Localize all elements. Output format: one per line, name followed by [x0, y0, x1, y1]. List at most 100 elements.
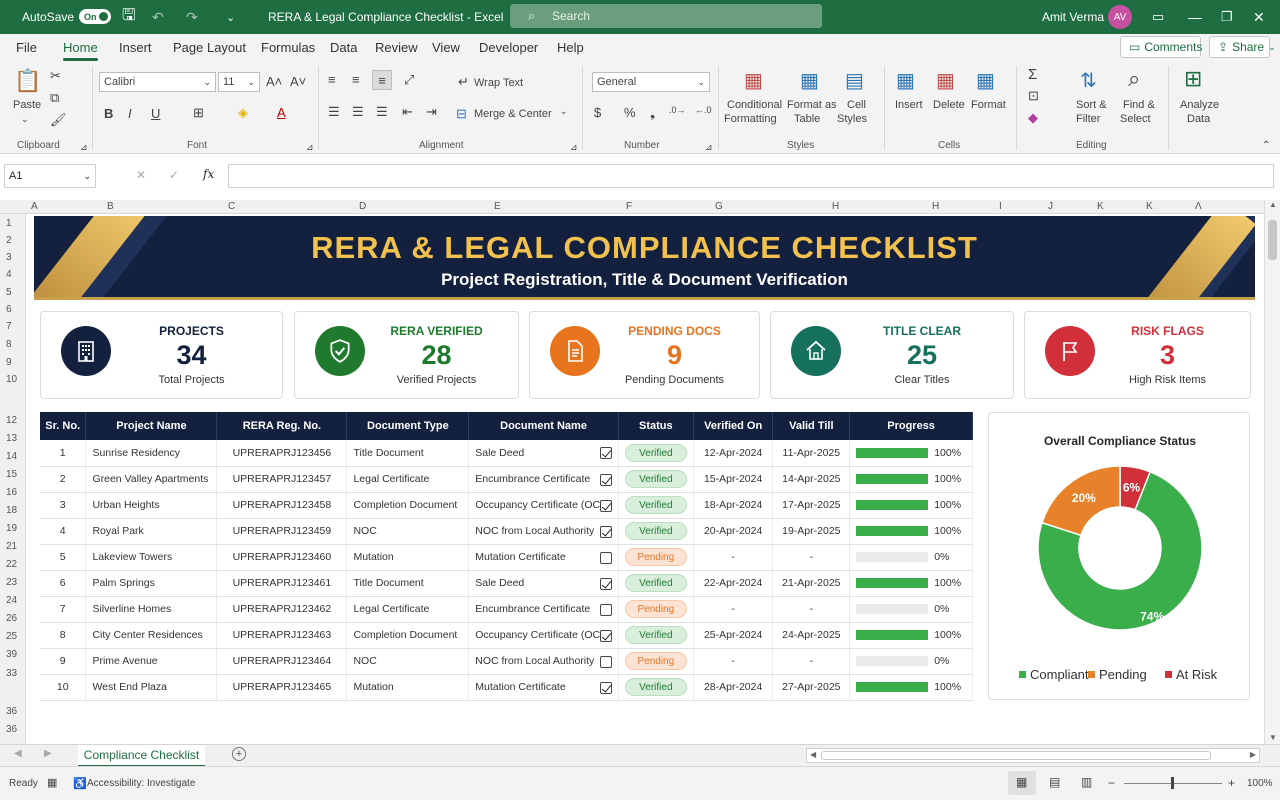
ribbon-display-icon[interactable]: ▭: [1152, 0, 1164, 34]
restore-icon[interactable]: ❐: [1221, 0, 1233, 34]
font-color-icon[interactable]: A: [277, 105, 286, 120]
cell-sr-no[interactable]: 4: [40, 518, 87, 545]
cell-rera-reg-no[interactable]: UPRERAPRJ123462: [216, 596, 348, 623]
zoom-level[interactable]: 100%: [1247, 778, 1273, 789]
cell-document-type[interactable]: NOC: [346, 648, 470, 675]
scrollbar-thumb[interactable]: [821, 751, 1211, 760]
table-row[interactable]: 9 Prime Avenue UPRERAPRJ123464 NOC NOC from …: [40, 648, 973, 675]
cell-progress[interactable]: 100%: [849, 570, 973, 597]
column-header[interactable]: Valid Till: [772, 412, 851, 440]
page-break-view-icon[interactable]: ▥: [1081, 775, 1092, 789]
increase-indent-icon[interactable]: ⇥: [426, 104, 437, 120]
comma-icon[interactable]: ❟: [650, 105, 655, 121]
font-name-select[interactable]: Calibri ⌄: [99, 72, 216, 92]
cell-styles-button-line2[interactable]: Styles: [837, 113, 867, 125]
col-header[interactable]: E: [494, 201, 501, 212]
merge-center-button[interactable]: Merge & Center: [474, 108, 552, 120]
decrease-decimal-icon[interactable]: ←.0: [695, 105, 712, 115]
cell-document-name[interactable]: Sale Deed: [468, 570, 619, 597]
cell-project-name[interactable]: Urban Heights: [85, 492, 218, 519]
checkbox[interactable]: [599, 629, 612, 642]
checkbox[interactable]: [599, 577, 612, 590]
scroll-down-icon[interactable]: ▼: [1269, 733, 1277, 742]
cell-status[interactable]: Pending: [618, 648, 694, 675]
normal-view-icon[interactable]: ▦: [1016, 775, 1027, 789]
cell-progress[interactable]: 100%: [849, 518, 973, 545]
table-row[interactable]: 5 Lakeview Towers UPRERAPRJ123460 Mutation M…: [40, 544, 973, 571]
cell-styles-icon[interactable]: ▤: [845, 68, 864, 93]
tab-insert[interactable]: Insert: [119, 40, 152, 55]
redo-icon[interactable]: ↷: [186, 0, 198, 34]
wrap-text-button[interactable]: Wrap Text: [474, 77, 523, 89]
cell-valid-till[interactable]: 14-Apr-2025: [772, 466, 851, 493]
cell-progress[interactable]: 100%: [849, 674, 973, 701]
accessibility-icon[interactable]: ♿: [73, 777, 87, 790]
avatar[interactable]: AV: [1108, 5, 1132, 29]
row-header[interactable]: 1: [6, 218, 12, 229]
analyze-data-icon[interactable]: ⊞: [1184, 66, 1202, 92]
row-header[interactable]: 4: [6, 269, 12, 280]
italic-icon[interactable]: I: [128, 106, 132, 121]
close-icon[interactable]: ✕: [1253, 0, 1265, 34]
row-header[interactable]: 15: [6, 469, 17, 480]
column-header[interactable]: Project Name: [85, 412, 218, 440]
customize-toolbar-icon[interactable]: ⌄: [226, 0, 235, 34]
cell-document-name[interactable]: Mutation Certificate: [468, 544, 619, 571]
clear-icon[interactable]: ◆: [1028, 110, 1038, 126]
insert-function-icon[interactable]: fx: [203, 167, 214, 181]
sort-filter-button[interactable]: Sort &: [1076, 99, 1107, 111]
orientation-icon[interactable]: ⤢: [404, 72, 414, 88]
cell-sr-no[interactable]: 6: [40, 570, 87, 597]
tab-view[interactable]: View: [432, 40, 460, 55]
checkbox[interactable]: [599, 603, 612, 616]
scroll-left-icon[interactable]: ◀: [810, 750, 816, 759]
checkbox[interactable]: [599, 551, 612, 564]
row-header[interactable]: 39: [6, 649, 17, 660]
chevron-down-icon[interactable]: ⌄: [560, 106, 568, 117]
fill-color-icon[interactable]: ◈: [238, 105, 248, 121]
sheet-tab-compliance-checklist[interactable]: Compliance Checklist: [78, 745, 205, 767]
row-header[interactable]: 7: [6, 321, 12, 332]
paste-icon[interactable]: 📋: [14, 68, 41, 94]
table-row[interactable]: 2 Green Valley Apartments UPRERAPRJ123457 L…: [40, 466, 973, 493]
row-header[interactable]: 13: [6, 433, 17, 444]
cell-project-name[interactable]: Green Valley Apartments: [85, 466, 218, 493]
cell-rera-reg-no[interactable]: UPRERAPRJ123460: [216, 544, 348, 571]
cell-verified-on[interactable]: 12-Apr-2024: [693, 440, 774, 467]
row-header[interactable]: 19: [6, 523, 17, 534]
cell-verified-on[interactable]: 28-Apr-2024: [693, 674, 774, 701]
cell-status[interactable]: Verified: [618, 674, 694, 701]
name-box[interactable]: A1 ⌄: [4, 164, 96, 188]
cell-document-type[interactable]: Legal Certificate: [346, 596, 470, 623]
col-header[interactable]: G: [715, 201, 723, 212]
find-select-icon[interactable]: ⌕: [1128, 66, 1140, 92]
col-header[interactable]: F: [626, 201, 632, 212]
vertical-scrollbar[interactable]: ▲ ▼: [1264, 200, 1280, 744]
font-size-select[interactable]: 11 ⌄: [218, 72, 260, 92]
worksheet[interactable]: RERA & LEGAL COMPLIANCE CHECKLIST Projec…: [26, 214, 1264, 744]
insert-cells-icon[interactable]: ▦: [896, 68, 915, 93]
cell-document-name[interactable]: Occupancy Certificate (OC): [468, 622, 619, 649]
macro-recording-icon[interactable]: ▦: [47, 776, 57, 789]
align-bottom-icon[interactable]: ≡: [372, 70, 392, 90]
col-header[interactable]: C: [228, 201, 235, 212]
percent-icon[interactable]: %: [624, 105, 636, 120]
align-right-icon[interactable]: ☰: [376, 104, 388, 120]
cell-document-type[interactable]: Title Document: [346, 570, 470, 597]
cancel-icon[interactable]: ✕: [136, 168, 146, 182]
compliance-chart[interactable]: Overall Compliance Status 6% 74% 20% Compl…: [988, 412, 1250, 700]
table-row[interactable]: 4 Royal Park UPRERAPRJ123459 NOC NOC from Lo…: [40, 518, 973, 545]
cell-progress[interactable]: 100%: [849, 440, 973, 467]
row-header[interactable]: 25: [6, 631, 17, 642]
checkbox[interactable]: [599, 473, 612, 486]
cell-valid-till[interactable]: 21-Apr-2025: [772, 570, 851, 597]
column-header[interactable]: Progress: [849, 412, 973, 440]
undo-icon[interactable]: ↶: [152, 0, 164, 34]
col-header[interactable]: K: [1097, 201, 1104, 212]
cell-document-type[interactable]: Completion Document: [346, 492, 470, 519]
col-header[interactable]: H: [932, 201, 939, 212]
tab-formulas[interactable]: Formulas: [261, 40, 315, 55]
wrap-text-icon[interactable]: ↵: [458, 74, 469, 90]
row-header[interactable]: 36: [6, 724, 17, 735]
column-header[interactable]: Document Type: [346, 412, 470, 440]
